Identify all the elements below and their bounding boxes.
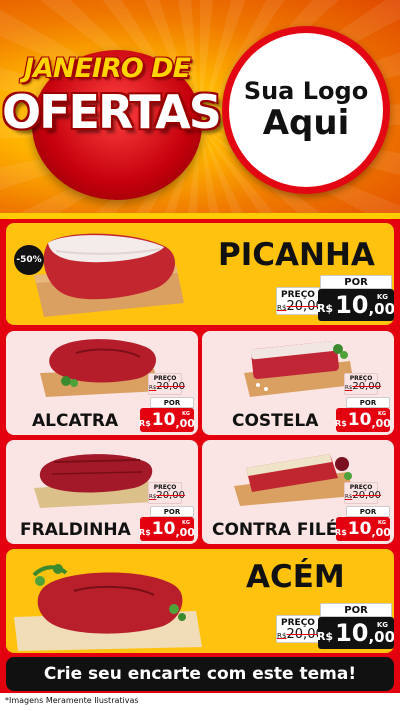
new-price-decimal: ,00	[175, 417, 195, 430]
product-card-alcatra[interactable]: ALCATRA PREÇO R$20,00 POR R$ 10 ,00 KG	[6, 331, 198, 435]
unit-label: KG	[378, 520, 386, 526]
old-price-box: PREÇO R$20,00	[148, 482, 185, 504]
old-price-value: 20,00	[352, 381, 381, 392]
new-price-currency: R$	[139, 528, 151, 537]
old-price-box: PREÇO R$20,00	[276, 615, 324, 643]
logo-placeholder[interactable]: Sua Logo Aqui	[222, 26, 390, 194]
old-price-box: PREÇO R$20,00	[344, 373, 381, 395]
unit-label: KG	[376, 621, 388, 629]
picanha-image	[34, 233, 184, 317]
new-price-box: R$ 10 ,00 KG	[316, 289, 394, 321]
old-price-value: 20,00	[352, 490, 381, 501]
new-price-decimal: ,00	[368, 300, 394, 318]
new-price-decimal: ,00	[368, 628, 394, 646]
product-name-picanha: PICANHA	[218, 237, 375, 273]
old-price-value: 20,00	[156, 490, 185, 501]
new-price-currency: R$	[335, 528, 347, 537]
old-price: R$20,00	[345, 491, 381, 501]
product-name-acem: ACÉM	[246, 559, 345, 595]
cta-button[interactable]: Crie seu encarte com este tema!	[6, 657, 394, 691]
price-tag-contra-file: PREÇO R$20,00 POR R$ 10 ,00 KG	[334, 482, 392, 542]
unit-label: KG	[182, 520, 190, 526]
price-tag-fraldinha: PREÇO R$20,00 POR R$ 10 ,00 KG	[138, 482, 196, 542]
offers-area: -50% PICANHA PREÇO R$20,00 POR R$ 10 ,00…	[0, 213, 400, 693]
new-price-box: R$ 10 ,00 KG	[335, 517, 391, 541]
por-label: POR	[320, 275, 392, 289]
new-price-currency: R$	[316, 630, 334, 643]
new-price-currency: R$	[335, 419, 347, 428]
logo-circle: Sua Logo Aqui	[229, 33, 383, 187]
por-label: POR	[320, 603, 392, 617]
new-price-box: R$ 10 ,00 KG	[335, 408, 391, 432]
por-label: POR	[150, 506, 194, 517]
product-card-picanha[interactable]: -50% PICANHA PREÇO R$20,00 POR R$ 10 ,00…	[6, 223, 394, 325]
new-price-box: R$ 10 ,00 KG	[139, 408, 195, 432]
new-price-integer: 10	[335, 619, 369, 647]
title-line-2: OFERTAS	[2, 85, 222, 139]
product-name-contra-file: CONTRA FILÉ	[212, 520, 338, 540]
product-card-contra-file[interactable]: CONTRA FILÉ PREÇO R$20,00 POR R$ 10 ,00 …	[202, 440, 394, 544]
old-price: R$20,00	[277, 628, 324, 641]
new-price-box: R$ 10 ,00 KG	[316, 617, 394, 649]
campaign-title: JANEIRO DE OFERTAS	[2, 35, 222, 200]
old-price-currency: R$	[277, 303, 287, 312]
new-price-decimal: ,00	[175, 526, 195, 539]
old-price-box: PREÇO R$20,00	[148, 373, 185, 395]
product-name-costela: COSTELA	[232, 411, 319, 431]
logo-text-line-2: Aqui	[262, 102, 350, 143]
new-price-integer: 10	[347, 410, 372, 430]
new-price-currency: R$	[139, 419, 151, 428]
discount-badge: -50%	[14, 245, 44, 275]
logo-text-line-1: Sua Logo	[243, 77, 369, 106]
new-price-decimal: ,00	[371, 526, 391, 539]
acem-image	[14, 564, 202, 651]
product-card-acem[interactable]: ACÉM PREÇO R$20,00 POR R$ 10 ,00 KG	[6, 549, 394, 653]
disclaimer-text: *Imagens Meramente Ilustrativas	[5, 696, 139, 705]
product-card-fraldinha[interactable]: FRALDINHA PREÇO R$20,00 POR R$ 10 ,00 KG	[6, 440, 198, 544]
unit-label: KG	[378, 411, 386, 417]
new-price-decimal: ,00	[371, 417, 391, 430]
price-tag-alcatra: PREÇO R$20,00 POR R$ 10 ,00 KG	[138, 373, 196, 433]
new-price-integer: 10	[347, 519, 372, 539]
old-price-value: 20,00	[156, 381, 185, 392]
old-price-box: PREÇO R$20,00	[276, 287, 324, 315]
por-label: POR	[346, 397, 390, 408]
old-price: R$20,00	[149, 382, 185, 392]
price-tag-acem: PREÇO R$20,00 POR R$ 10 ,00 KG	[276, 603, 394, 651]
old-price: R$20,00	[277, 300, 324, 313]
unit-label: KG	[182, 411, 190, 417]
footer: *Imagens Meramente Ilustrativas	[0, 693, 400, 711]
product-name-fraldinha: FRALDINHA	[20, 520, 131, 540]
new-price-integer: 10	[151, 519, 176, 539]
old-price: R$20,00	[345, 382, 381, 392]
old-price-currency: R$	[277, 631, 287, 640]
old-price-box: PREÇO R$20,00	[344, 482, 381, 504]
header-banner: JANEIRO DE OFERTAS Sua Logo Aqui	[0, 0, 400, 213]
por-label: POR	[346, 506, 390, 517]
old-price: R$20,00	[149, 491, 185, 501]
price-tag-picanha: PREÇO R$20,00 POR R$ 10 ,00 KG	[276, 275, 394, 323]
unit-label: KG	[376, 293, 388, 301]
product-name-alcatra: ALCATRA	[32, 411, 119, 431]
price-tag-costela: PREÇO R$20,00 POR R$ 10 ,00 KG	[334, 373, 392, 433]
divider-stripe	[0, 213, 400, 219]
new-price-integer: 10	[151, 410, 176, 430]
por-label: POR	[150, 397, 194, 408]
title-line-1: JANEIRO DE	[23, 53, 191, 84]
new-price-integer: 10	[335, 291, 369, 319]
new-price-box: R$ 10 ,00 KG	[139, 517, 195, 541]
product-card-costela[interactable]: COSTELA PREÇO R$20,00 POR R$ 10 ,00 KG	[202, 331, 394, 435]
new-price-currency: R$	[316, 302, 334, 315]
